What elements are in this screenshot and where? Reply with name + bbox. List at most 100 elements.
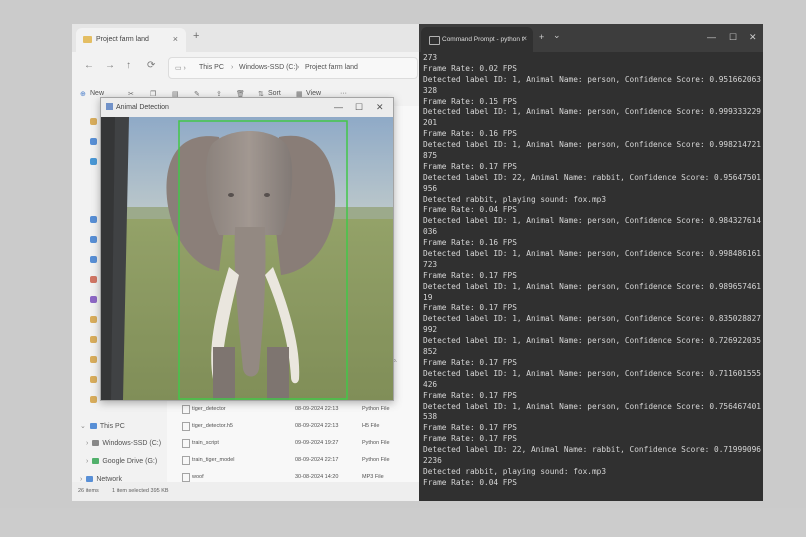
chevron-right-icon[interactable]: › bbox=[86, 458, 88, 465]
desktop-folder-icon[interactable] bbox=[90, 216, 97, 223]
chevron-down-icon[interactable]: ⌄ bbox=[553, 30, 561, 41]
terminal-line: Detected label ID: 1, Animal Name: perso… bbox=[423, 314, 761, 324]
folder-icon[interactable] bbox=[90, 356, 97, 363]
address-bar[interactable]: ▭ › This PC › Windows-SSD (C:) › Project… bbox=[168, 57, 418, 79]
file-row[interactable]: train_script 09-09-2024 19:27 Python Fil… bbox=[167, 434, 419, 451]
home-icon[interactable] bbox=[90, 118, 97, 125]
breadcrumb-drive[interactable]: Windows-SSD (C:) bbox=[239, 64, 298, 71]
sidebar-item-label: Google Drive (G:) bbox=[102, 458, 158, 465]
pictures-folder-icon[interactable] bbox=[90, 276, 97, 283]
forward-arrow-icon[interactable]: → bbox=[105, 60, 115, 71]
terminal-line: Frame Rate: 0.16 FPS bbox=[423, 238, 517, 248]
terminal-line: Frame Rate: 0.17 FPS bbox=[423, 390, 517, 400]
terminal-line: Detected rabbit, playing sound: fox.mp3 bbox=[423, 466, 607, 476]
monitor-icon: ▭ › bbox=[175, 65, 186, 72]
breadcrumb-this-pc[interactable]: This PC bbox=[199, 64, 224, 71]
new-plus-icon: ⊕ bbox=[80, 91, 86, 98]
python-file-icon bbox=[182, 456, 190, 465]
terminal-line: 426 bbox=[423, 379, 438, 389]
chevron-right-icon[interactable]: › bbox=[86, 440, 88, 447]
cmd-icon bbox=[429, 36, 440, 45]
terminal-line: Detected rabbit, playing sound: fox.mp3 bbox=[423, 194, 607, 204]
terminal-line: Detected label ID: 1, Animal Name: perso… bbox=[423, 249, 761, 259]
terminal-line: Detected label ID: 22, Animal Name: rabb… bbox=[423, 445, 761, 455]
terminal-line: 328 bbox=[423, 85, 438, 95]
terminal-line: Detected label ID: 22, Animal Name: rabb… bbox=[423, 172, 761, 182]
close-tab-icon[interactable]: × bbox=[522, 34, 527, 43]
music-folder-icon[interactable] bbox=[90, 316, 97, 323]
desktop-screen: Project farm land × + ← → ↑ ⟳ ▭ › This P… bbox=[72, 24, 763, 501]
detection-title-bar[interactable]: Animal Detection — ☐ ✕ bbox=[101, 98, 393, 117]
folder-icon[interactable] bbox=[90, 396, 97, 403]
gallery-icon[interactable] bbox=[90, 138, 97, 145]
more-options-button[interactable]: ··· bbox=[340, 90, 347, 97]
terminal-output[interactable]: 273 Frame Rate: 0.02 FPS Detected label ID… bbox=[423, 53, 761, 499]
up-arrow-icon[interactable]: ↑ bbox=[126, 60, 131, 71]
file-date: 08-09-2024 22:17 bbox=[295, 457, 339, 463]
terminal-line: 956 bbox=[423, 183, 438, 193]
videos-folder-icon[interactable] bbox=[90, 296, 97, 303]
terminal-tab[interactable]: Command Prompt - python t × bbox=[421, 27, 533, 52]
file-explorer-window: Project farm land × + ← → ↑ ⟳ ▭ › This P… bbox=[72, 24, 420, 501]
downloads-folder-icon[interactable] bbox=[90, 236, 97, 243]
back-arrow-icon[interactable]: ← bbox=[84, 60, 94, 71]
sidebar-item-windows-ssd[interactable]: › Windows-SSD (C:) bbox=[86, 440, 161, 447]
file-type: Python File bbox=[362, 457, 390, 463]
folder-icon[interactable] bbox=[90, 376, 97, 383]
mp3-file-icon bbox=[182, 473, 190, 482]
maximize-button[interactable]: ☐ bbox=[729, 32, 737, 43]
close-button[interactable]: ✕ bbox=[749, 32, 757, 43]
file-date: 08-09-2024 22:13 bbox=[295, 406, 339, 412]
terminal-tab-bar: Command Prompt - python t × + ⌄ — ☐ ✕ bbox=[419, 24, 763, 52]
refresh-icon[interactable]: ⟳ bbox=[147, 60, 155, 71]
minimize-button[interactable]: — bbox=[334, 102, 343, 112]
camera-frame bbox=[101, 117, 393, 400]
terminal-line: Frame Rate: 0.17 FPS bbox=[423, 161, 517, 171]
terminal-line: 875 bbox=[423, 151, 438, 161]
terminal-line: Detected label ID: 1, Animal Name: perso… bbox=[423, 368, 761, 378]
folder-icon[interactable] bbox=[90, 336, 97, 343]
terminal-line: Frame Rate: 0.17 FPS bbox=[423, 423, 517, 433]
terminal-line: Frame Rate: 0.16 FPS bbox=[423, 129, 517, 139]
file-row[interactable]: tiger_detector 08-09-2024 22:13 Python F… bbox=[167, 400, 419, 417]
terminal-line: Detected label ID: 1, Animal Name: perso… bbox=[423, 140, 761, 150]
selection-info: 1 item selected 395 KB bbox=[112, 488, 169, 494]
terminal-line: 852 bbox=[423, 347, 438, 357]
view-button[interactable]: View bbox=[306, 90, 321, 97]
chevron-down-icon[interactable]: ⌄ bbox=[80, 423, 86, 430]
command-prompt-window: Command Prompt - python t × + ⌄ — ☐ ✕ 27… bbox=[419, 24, 763, 501]
file-date: 30-08-2024 14:20 bbox=[295, 474, 339, 480]
close-button[interactable]: ✕ bbox=[376, 102, 384, 113]
breadcrumb-separator-icon: › bbox=[231, 64, 234, 71]
file-type: H5 File bbox=[362, 423, 380, 429]
documents-folder-icon[interactable] bbox=[90, 256, 97, 263]
close-tab-icon[interactable]: × bbox=[173, 34, 178, 44]
explorer-tab[interactable]: Project farm land × bbox=[76, 28, 186, 52]
new-tab-button[interactable]: + bbox=[193, 30, 199, 42]
terminal-line: 538 bbox=[423, 412, 438, 422]
explorer-tab-bar: Project farm land × + bbox=[72, 24, 419, 52]
file-type: Python File bbox=[362, 440, 390, 446]
breadcrumb-folder[interactable]: Project farm land bbox=[305, 64, 358, 71]
minimize-button[interactable]: — bbox=[707, 32, 716, 42]
terminal-line: Frame Rate: 0.02 FPS bbox=[423, 63, 517, 73]
google-drive-icon bbox=[92, 458, 100, 465]
terminal-line: Frame Rate: 0.17 FPS bbox=[423, 303, 517, 313]
sidebar-item-google-drive[interactable]: › Google Drive (G:) bbox=[86, 458, 157, 465]
file-type: MP3 File bbox=[362, 474, 384, 480]
terminal-line: Detected label ID: 1, Animal Name: perso… bbox=[423, 74, 761, 84]
terminal-line: 19 bbox=[423, 292, 433, 302]
terminal-line: Frame Rate: 0.15 FPS bbox=[423, 96, 517, 106]
new-button[interactable]: New bbox=[90, 90, 104, 97]
python-file-icon bbox=[182, 405, 190, 414]
terminal-tab-title: Command Prompt - python t bbox=[442, 36, 524, 43]
new-tab-button[interactable]: + bbox=[539, 32, 544, 42]
sidebar-item-this-pc[interactable]: ⌄ This PC bbox=[80, 422, 125, 430]
maximize-button[interactable]: ☐ bbox=[355, 102, 363, 113]
sort-button[interactable]: Sort bbox=[268, 90, 281, 97]
file-row[interactable]: tiger_detector.h5 08-09-2024 22:13 H5 Fi… bbox=[167, 417, 419, 434]
file-row[interactable]: train_tiger_model 08-09-2024 22:17 Pytho… bbox=[167, 451, 419, 468]
terminal-line: 273 bbox=[423, 53, 438, 62]
pc-icon bbox=[89, 423, 97, 430]
onedrive-icon[interactable] bbox=[90, 158, 97, 165]
